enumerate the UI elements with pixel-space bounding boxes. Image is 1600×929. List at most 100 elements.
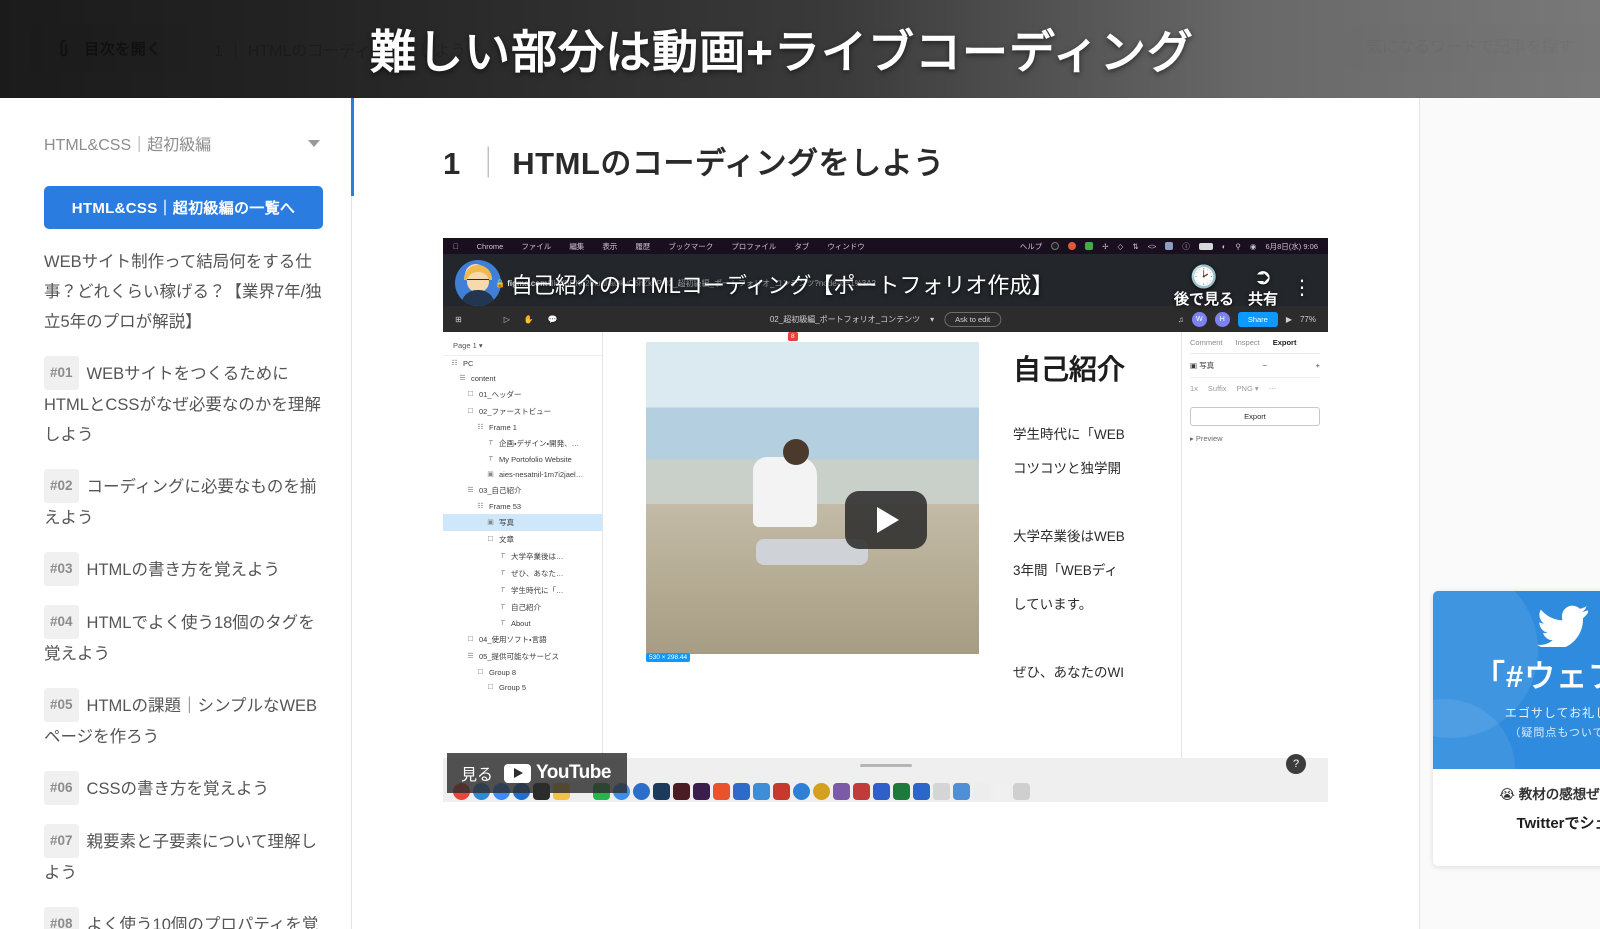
list-item[interactable]: #06 CSSの書き方を覚えよう: [44, 771, 323, 805]
app-icon[interactable]: [793, 783, 810, 800]
course-list-button[interactable]: HTML&CSS｜超初級編の一覧へ: [44, 186, 323, 229]
xd-icon[interactable]: [693, 783, 710, 800]
layer-row[interactable]: ☷ Frame 53: [443, 499, 602, 514]
figma-page-selector[interactable]: Page 1 ▾: [443, 336, 602, 356]
layer-row-selected[interactable]: ▣ 写真: [443, 514, 602, 531]
course-select[interactable]: HTML&CSS｜超初級編: [44, 126, 324, 160]
app-icon[interactable]: [973, 783, 990, 800]
export-preview-toggle[interactable]: ▸ Preview: [1190, 434, 1320, 443]
zoom-icon[interactable]: [753, 783, 770, 800]
illustrator-icon[interactable]: [673, 783, 690, 800]
lesson-list: WEBサイト制作って結局何をする仕事？どれくらい稼げる？【業界7年/独立5年のプ…: [44, 247, 323, 929]
list-item[interactable]: #05 HTMLの課題｜シンプルなWEBページを作ろう: [44, 688, 323, 752]
selection-badge: 8: [788, 332, 798, 341]
app-icon[interactable]: [633, 783, 650, 800]
layer-row[interactable]: T My Portofolio Website: [443, 452, 602, 467]
canvas-line: 大学卒業後はWEB: [1013, 529, 1125, 544]
layer-row[interactable]: ☰ 03_自己紹介: [443, 482, 602, 499]
tab-inspect[interactable]: Inspect: [1236, 338, 1260, 347]
layer-row[interactable]: ☐ 02_ファーストビュー: [443, 403, 602, 420]
promo-body-line-1: 😭 教材の感想ぜひお: [1499, 787, 1600, 802]
layer-row[interactable]: ▣ aies-nesatnil-1m7i2jael…: [443, 467, 602, 482]
zoom-level[interactable]: 77%: [1300, 315, 1316, 324]
list-item[interactable]: #03 HTMLの書き方を覚えよう: [44, 552, 323, 586]
layer-row[interactable]: T ぜひ、あなた…: [443, 565, 602, 582]
watch-later-button[interactable]: 🕑 後で見る: [1174, 266, 1234, 309]
watch-label: 見る: [461, 767, 494, 784]
canvas-line: [1013, 622, 1125, 656]
app-icon[interactable]: [853, 783, 870, 800]
youtube-watermark[interactable]: 見る YouTube: [447, 753, 627, 793]
app-icon[interactable]: [773, 783, 790, 800]
figma-logo-icon: ⊞: [455, 314, 462, 324]
layer-row[interactable]: T 企画・デザイン・開発、…: [443, 435, 602, 452]
layer-row[interactable]: ☐ Group 5: [443, 680, 602, 695]
layer-row[interactable]: T 大学卒業後は…: [443, 548, 602, 565]
layer-row[interactable]: ☐ 01_ヘッダー: [443, 386, 602, 403]
app-icon[interactable]: [813, 783, 830, 800]
share-button[interactable]: ➲ 共有: [1248, 266, 1278, 309]
layer-row[interactable]: ☐ 04_使用ソフト・言語: [443, 631, 602, 648]
app-icon[interactable]: [873, 783, 890, 800]
export-scale[interactable]: 1x: [1190, 384, 1198, 393]
add-export-button[interactable]: +: [1316, 361, 1320, 370]
layer-row[interactable]: T About: [443, 616, 602, 631]
app-icon[interactable]: [953, 783, 970, 800]
export-format-select[interactable]: PNG ▾: [1237, 384, 1259, 393]
twitter-promo-card[interactable]: 「#ウェブラ エゴサしてお礼しに （疑問点もついでに 😭 教材の感想ぜひお Tw…: [1433, 591, 1600, 866]
list-item[interactable]: #01 WEBサイトをつくるためにHTMLとCSSがなぜ必要なのかを理解しよう: [44, 356, 323, 450]
info-icon: ⓘ: [1182, 241, 1190, 251]
lesson-number: #04: [44, 605, 79, 639]
layer-row[interactable]: T 学生時代に「…: [443, 582, 602, 599]
app-icon[interactable]: [933, 783, 950, 800]
list-item[interactable]: #08 よく使う10個のプロパティを覚: [44, 907, 323, 929]
right-rail: 「#ウェブラ エゴサしてお礼しに （疑問点もついでに 😭 教材の感想ぜひお Tw…: [1419, 98, 1600, 929]
layer-row[interactable]: ☐ Group 8: [443, 665, 602, 680]
app-icon[interactable]: [833, 783, 850, 800]
video-title[interactable]: 自己紹介のHTMLコーディング【ポートフォリオ作成】: [511, 268, 1053, 300]
youtube-video-embed[interactable]:  Chrome ファイル 編集 表示 履歴 ブックマーク プロファイル タブ …: [443, 238, 1328, 802]
canvas-photo[interactable]: [646, 342, 979, 654]
layer-row[interactable]: ☐ 文章: [443, 531, 602, 548]
tab-comment[interactable]: Comment: [1190, 338, 1223, 347]
app-icon[interactable]: [993, 783, 1010, 800]
list-item[interactable]: #07 親要素と子要素について理解しよう: [44, 824, 323, 888]
excel-icon: [1085, 242, 1094, 250]
export-more-icon[interactable]: ⋯: [1269, 384, 1277, 393]
window-resize-handle[interactable]: [859, 764, 912, 767]
layer-row[interactable]: ☰ content: [443, 371, 602, 386]
figma-share-button[interactable]: Share: [1237, 311, 1278, 327]
list-item[interactable]: WEBサイト制作って結局何をする仕事？どれくらい稼げる？【業界7年/独立5年のプ…: [44, 247, 323, 337]
tab-export[interactable]: Export: [1273, 338, 1297, 347]
open-toc-button[interactable]: 目次を開く: [30, 24, 188, 73]
list-item[interactable]: #04 HTMLでよく使う18個のタグを覚えよう: [44, 605, 323, 669]
excel-icon[interactable]: [893, 783, 910, 800]
remove-export-button[interactable]: −: [1263, 361, 1267, 370]
layer-row[interactable]: ☰ 05_提供可能なサービス: [443, 648, 602, 665]
kebab-menu-icon[interactable]: ⋮: [1292, 275, 1312, 300]
layer-name: 01_ヘッダー: [479, 390, 522, 399]
word-icon[interactable]: [913, 783, 930, 800]
question-mark-icon[interactable]: ?: [1286, 754, 1306, 774]
layer-row[interactable]: ☷ Frame 1: [443, 420, 602, 435]
search-input[interactable]: [1340, 24, 1600, 72]
export-button[interactable]: Export: [1190, 407, 1320, 426]
play-button[interactable]: [844, 491, 927, 549]
frame-icon: ☷: [451, 360, 458, 367]
sidebar: HTML&CSS｜超初級編 HTML&CSS｜超初級編の一覧へ WEBサイト制作…: [0, 98, 352, 929]
export-suffix-input[interactable]: Suffix: [1208, 384, 1227, 393]
canvas-line: [1013, 486, 1125, 520]
app-icon[interactable]: [733, 783, 750, 800]
page-root: 目次を開く 1 ｜ HTMLのコーディングをしよう 難しい部分は動画+ライブコー…: [0, 0, 1600, 929]
layer-name: Group 8: [489, 668, 517, 677]
open-toc-label: 目次を開く: [84, 41, 162, 58]
layer-row[interactable]: T 自己紹介: [443, 599, 602, 616]
frame-icon: ☐: [467, 408, 474, 415]
trash-icon[interactable]: [1013, 783, 1030, 800]
layer-row[interactable]: ☷ PC: [443, 356, 602, 371]
ask-to-edit-button[interactable]: Ask to edit: [944, 311, 1002, 327]
list-item[interactable]: #02 コーディングに必要なものを揃えよう: [44, 469, 323, 533]
app-icon[interactable]: [713, 783, 730, 800]
youtube-play-icon: [504, 763, 532, 783]
photoshop-icon[interactable]: [653, 783, 670, 800]
